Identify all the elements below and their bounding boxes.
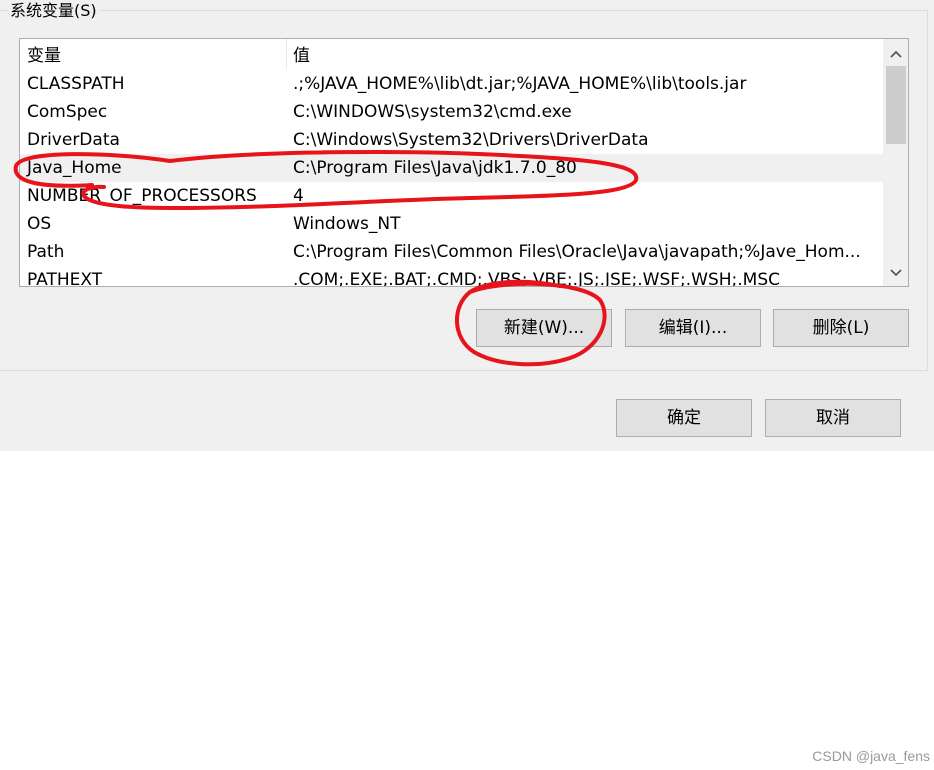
- variable-name: Java_Home: [27, 158, 122, 178]
- column-header-name[interactable]: 变量: [27, 39, 61, 69]
- list-row-comspec[interactable]: ComSpec C:\WINDOWS\system32\cmd.exe: [20, 98, 883, 126]
- variable-name: OS: [27, 214, 52, 234]
- variable-value: .COM;.EXE;.BAT;.CMD;.VBS;.VBE;.JS;.JSE;.…: [293, 270, 781, 287]
- list-row-classpath[interactable]: CLASSPATH .;%JAVA_HOME%\lib\dt.jar;%JAVA…: [20, 70, 883, 98]
- variable-name: ComSpec: [27, 102, 108, 122]
- scroll-down-button[interactable]: [883, 262, 908, 284]
- variable-name: DriverData: [27, 130, 120, 150]
- variable-name: Path: [27, 242, 65, 262]
- delete-variable-button[interactable]: 删除(L): [773, 309, 909, 347]
- variable-name: NUMBER_OF_PROCESSORS: [27, 186, 257, 206]
- variable-value: C:\Program Files\Java\jdk1.7.0_80: [293, 158, 577, 178]
- variable-value: Windows_NT: [293, 214, 401, 234]
- new-variable-button[interactable]: 新建(W)...: [476, 309, 612, 347]
- list-row-pathext[interactable]: PATHEXT .COM;.EXE;.BAT;.CMD;.VBS;.VBE;.J…: [20, 266, 883, 287]
- variable-value: .;%JAVA_HOME%\lib\dt.jar;%JAVA_HOME%\lib…: [293, 74, 747, 94]
- list-row-java-home[interactable]: Java_Home C:\Program Files\Java\jdk1.7.0…: [20, 154, 883, 182]
- vertical-scrollbar[interactable]: [883, 39, 908, 286]
- ok-button[interactable]: 确定: [616, 399, 752, 437]
- list-row-number-of-processors[interactable]: NUMBER_OF_PROCESSORS 4: [20, 182, 883, 210]
- edit-variable-button[interactable]: 编辑(I)...: [625, 309, 761, 347]
- chevron-down-icon: [889, 269, 902, 277]
- variable-name: CLASSPATH: [27, 74, 125, 94]
- list-rows: CLASSPATH .;%JAVA_HOME%\lib\dt.jar;%JAVA…: [20, 70, 883, 287]
- list-row-os[interactable]: OS Windows_NT: [20, 210, 883, 238]
- variable-value: 4: [293, 186, 304, 206]
- list-row-driverdata[interactable]: DriverData C:\Windows\System32\Drivers\D…: [20, 126, 883, 154]
- system-variables-group-title: 系统变量(S): [8, 0, 99, 22]
- scrollbar-thumb[interactable]: [886, 66, 906, 144]
- environment-variables-dialog: 系统变量(S) 变量 值 CLASSPATH .;%JAVA_HOME%\lib…: [0, 0, 934, 451]
- scroll-up-button[interactable]: [883, 43, 908, 65]
- system-variables-list[interactable]: 变量 值 CLASSPATH .;%JAVA_HOME%\lib\dt.jar;…: [19, 38, 909, 287]
- variable-value: C:\Program Files\Common Files\Oracle\Jav…: [293, 242, 861, 262]
- list-row-path[interactable]: Path C:\Program Files\Common Files\Oracl…: [20, 238, 883, 266]
- cancel-button[interactable]: 取消: [765, 399, 901, 437]
- variable-value: C:\WINDOWS\system32\cmd.exe: [293, 102, 572, 122]
- watermark: CSDN @java_fens: [812, 748, 930, 764]
- column-header-value[interactable]: 值: [293, 39, 310, 69]
- list-header: 变量 值: [20, 39, 883, 69]
- column-separator[interactable]: [286, 39, 287, 69]
- variable-value: C:\Windows\System32\Drivers\DriverData: [293, 130, 649, 150]
- variable-name: PATHEXT: [27, 270, 103, 287]
- chevron-up-icon: [889, 50, 902, 58]
